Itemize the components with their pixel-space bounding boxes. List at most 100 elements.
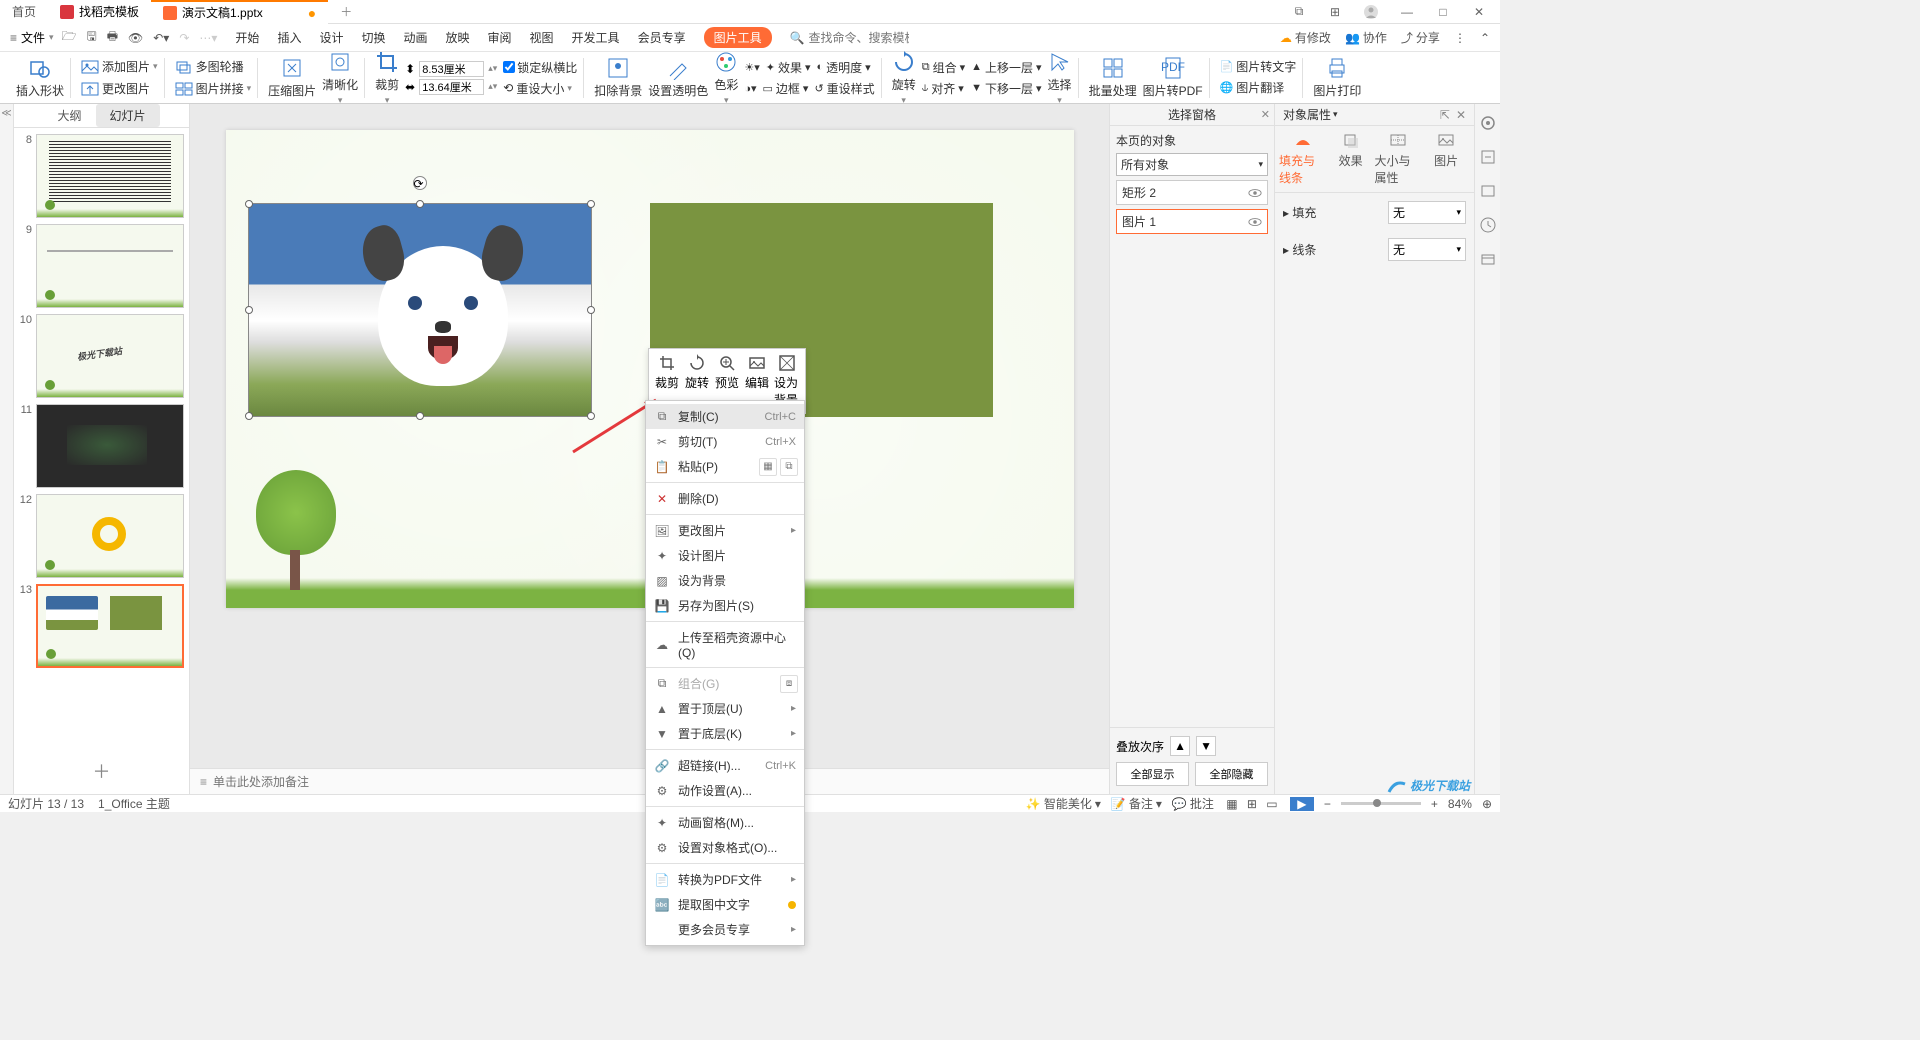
share-button[interactable]: ⤴分享	[1401, 29, 1440, 46]
ctx-format-object[interactable]: ⚙设置对象格式(O)...	[646, 835, 804, 860]
ctx-change-image[interactable]: 🖼更改图片▸	[646, 518, 804, 543]
ctx-design-image[interactable]: ✦设计图片	[646, 543, 804, 568]
combine-button[interactable]: ⧉组合▾	[922, 59, 965, 76]
reset-style-button[interactable]: ↺重设样式	[814, 80, 874, 97]
slideshow-button[interactable]: ▶	[1290, 797, 1314, 811]
sidetool-3[interactable]	[1479, 182, 1497, 200]
more-menu[interactable]: ⋮	[1454, 31, 1466, 45]
ctx-action[interactable]: ⚙动作设置(A)...	[646, 778, 804, 803]
layout-icon[interactable]: ⧉	[1286, 2, 1312, 22]
ctx-extract-text[interactable]: 🔤提取图中文字	[646, 892, 804, 917]
compress-button[interactable]: 压缩图片	[268, 56, 316, 99]
insert-shape-button[interactable]: 插入形状	[16, 56, 64, 99]
view-sorter[interactable]: ⊞	[1244, 797, 1260, 811]
apps-icon[interactable]: ⊞	[1322, 2, 1348, 22]
visibility-icon[interactable]	[1248, 186, 1262, 200]
to-pdf-button[interactable]: PDF图片转PDF	[1143, 56, 1203, 99]
selected-image[interactable]: ⟳	[248, 203, 592, 417]
menu-insert[interactable]: 插入	[277, 29, 301, 46]
sidetool-5[interactable]	[1479, 250, 1497, 268]
menu-start[interactable]: 开始	[235, 29, 259, 46]
ctx-set-bg[interactable]: ▨设为背景	[646, 568, 804, 593]
tab-size-prop[interactable]: 大小与属性	[1375, 132, 1423, 186]
add-image-button[interactable]: 添加图片▾	[81, 58, 158, 76]
qat-preview[interactable]: 👁	[128, 31, 143, 45]
slide-thumb-13[interactable]	[36, 584, 184, 668]
rotate-button[interactable]: 旋转▾	[892, 50, 916, 106]
change-image-button[interactable]: 更改图片	[81, 80, 150, 98]
qat-print[interactable]: 🖶	[107, 27, 118, 48]
object-item-rect[interactable]: 矩形 2	[1116, 180, 1268, 205]
move-down-button[interactable]: ▼	[1196, 736, 1216, 756]
avatar-icon[interactable]	[1358, 2, 1384, 22]
maximize-button[interactable]: □	[1430, 2, 1456, 22]
send-backward-button[interactable]: ▼下移一层▾	[971, 80, 1041, 97]
comments-button[interactable]: 💬批注	[1172, 795, 1214, 812]
selection-pane-close[interactable]: ✕	[1261, 108, 1270, 121]
qat-undo[interactable]: ↶▾	[153, 31, 169, 45]
image-join-button[interactable]: 图片拼接▾	[175, 80, 252, 98]
tab-active-file[interactable]: 演示文稿1.pptx●	[151, 0, 328, 24]
select-button[interactable]: 选择▾	[1048, 50, 1072, 106]
align-button[interactable]: ⫝对齐▾	[922, 80, 965, 97]
sidetool-1[interactable]	[1479, 114, 1497, 132]
resize-handle[interactable]	[587, 200, 595, 208]
paste-option-2[interactable]: ⧉	[780, 458, 798, 476]
view-reading[interactable]: ▭	[1264, 797, 1280, 811]
object-item-image[interactable]: 图片 1	[1116, 209, 1268, 234]
reset-size-button[interactable]: ⟲重设大小▾	[503, 80, 577, 97]
resize-handle[interactable]	[245, 306, 253, 314]
menu-review[interactable]: 审阅	[488, 29, 512, 46]
menu-vip[interactable]: 会员专享	[638, 29, 686, 46]
slide-thumb-8[interactable]	[36, 134, 184, 218]
bring-forward-button[interactable]: ▲上移一层▾	[971, 59, 1041, 76]
menu-view[interactable]: 视图	[530, 29, 554, 46]
paste-option-1[interactable]: ▦	[759, 458, 777, 476]
tab-effects[interactable]: 效果	[1327, 132, 1375, 186]
to-text-button[interactable]: 📄图片转文字	[1220, 58, 1297, 75]
ctx-copy[interactable]: ⧉复制(C)Ctrl+C	[646, 404, 804, 429]
zoom-out[interactable]: −	[1324, 797, 1331, 811]
menu-animation[interactable]: 动画	[403, 29, 427, 46]
prop-close[interactable]: ✕	[1456, 108, 1466, 122]
qat-save[interactable]: 🖫	[86, 27, 96, 48]
ctx-more-vip[interactable]: 更多会员专享▸	[646, 917, 804, 942]
outline-tab[interactable]: 大纲	[43, 104, 95, 127]
collab-button[interactable]: 👥协作	[1345, 29, 1387, 46]
file-menu[interactable]: ≡文件▾	[10, 29, 54, 46]
tab-template[interactable]: 找稻壳模板	[48, 0, 151, 24]
multi-outline-button[interactable]: 多图轮播	[175, 58, 244, 76]
remarks-button[interactable]: 📝备注▾	[1111, 795, 1162, 812]
zoom-in[interactable]: +	[1431, 797, 1438, 811]
height-input[interactable]	[419, 61, 484, 77]
fill-select[interactable]: 无▾	[1388, 201, 1466, 224]
ctx-send-back[interactable]: ▼置于底层(K)▸	[646, 721, 804, 746]
ctx-cut[interactable]: ✂剪切(T)Ctrl+X	[646, 429, 804, 454]
contrast-button[interactable]: ◑▾	[744, 80, 756, 97]
add-slide-button[interactable]: ＋	[14, 748, 189, 794]
slide-thumb-11[interactable]	[36, 404, 184, 488]
print-button[interactable]: 图片打印	[1313, 56, 1361, 99]
move-up-button[interactable]: ▲	[1170, 736, 1190, 756]
menu-design[interactable]: 设计	[319, 29, 343, 46]
resize-handle[interactable]	[245, 412, 253, 420]
ctx-save-as-image[interactable]: 💾另存为图片(S)	[646, 593, 804, 618]
resize-handle[interactable]	[587, 412, 595, 420]
menu-image-tools[interactable]: 图片工具	[704, 27, 772, 48]
clarify-button[interactable]: 清晰化▾	[322, 50, 358, 106]
remove-bg-button[interactable]: 扣除背景	[594, 56, 642, 99]
tab-home[interactable]: 首页	[0, 0, 48, 24]
resize-handle[interactable]	[245, 200, 253, 208]
line-select[interactable]: 无▾	[1388, 238, 1466, 261]
effects-button[interactable]: ✦效果▾	[766, 59, 811, 76]
zoom-slider[interactable]	[1341, 802, 1421, 805]
ctx-hyperlink[interactable]: 🔗超链接(H)...Ctrl+K	[646, 753, 804, 778]
smart-beautify-button[interactable]: ✨智能美化▾	[1026, 795, 1101, 812]
collapse-nav[interactable]: ≪	[0, 104, 14, 794]
menu-transition[interactable]: 切换	[361, 29, 385, 46]
sidetool-4[interactable]	[1479, 216, 1497, 234]
fit-button[interactable]: ⊕	[1482, 797, 1492, 811]
ctx-upload-resource[interactable]: ☁上传至稻壳资源中心(Q)	[646, 625, 804, 664]
search-input[interactable]	[809, 31, 909, 45]
lock-ratio-checkbox[interactable]: 锁定纵横比	[503, 59, 577, 76]
